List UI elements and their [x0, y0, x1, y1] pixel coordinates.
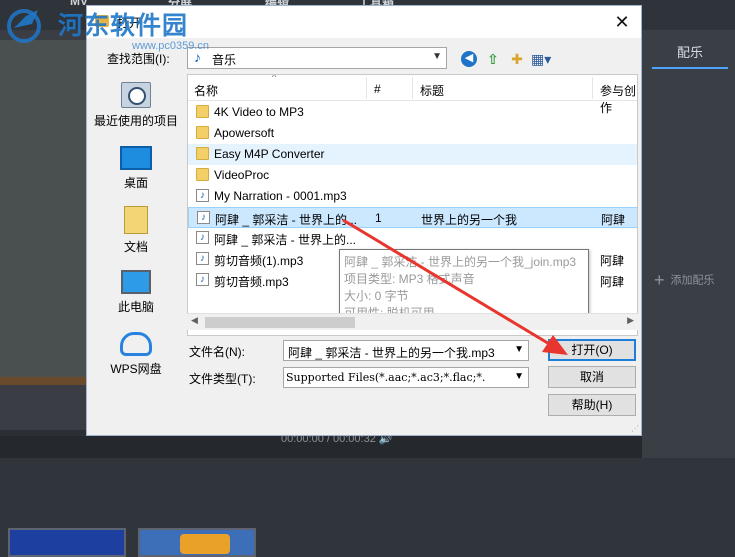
column-title[interactable]: 标题 [420, 82, 444, 99]
place-label: 桌面 [123, 176, 148, 190]
audio-file-icon: ♪ [196, 231, 209, 244]
tooltip-filename: 阿肆 _ 郭采洁 - 世界上的另一个我_join.mp3 [344, 255, 577, 269]
folder-icon [196, 105, 209, 118]
column-number[interactable]: # [374, 82, 381, 96]
folder-icon [196, 168, 209, 181]
watermark-url: www.pc0359.cn [132, 40, 210, 52]
file-artist: 阿肆 [600, 275, 625, 289]
place-desktop[interactable]: 桌面 [87, 146, 185, 191]
scroll-left-icon[interactable]: ◀ [191, 315, 198, 326]
recent-icon [121, 82, 151, 108]
tooltip-size: 大小: 0 字节 [344, 289, 409, 303]
look-in-value: 音乐 [212, 53, 237, 67]
audio-file-icon: ♪ [196, 273, 209, 286]
look-in-dropdown[interactable]: ♪ 音乐 ▼ [187, 47, 447, 69]
open-button[interactable]: 打开(O) [548, 339, 636, 361]
chevron-down-icon: ▼ [432, 51, 442, 62]
help-button[interactable]: 帮助(H) [548, 394, 636, 416]
filetype-value: Supported Files(*.aac;*.ac3;*.flac;*. [286, 371, 486, 384]
look-in-label: 查找范围(I): [107, 52, 170, 66]
chevron-down-icon[interactable]: ▼ [514, 344, 524, 355]
place-label: 最近使用的项目 [93, 114, 178, 128]
preview-image [0, 40, 86, 385]
new-folder-icon[interactable]: ✚ [507, 50, 527, 68]
tooltip-type: 项目类型: MP3 格式声音 [344, 272, 475, 286]
place-label: WPS网盘 [110, 362, 162, 376]
places-bar: 最近使用的项目 桌面 文档 此电脑 WPS网盘 [87, 74, 185, 434]
file-name: 阿肆 _ 郭采洁 - 世界上的... [215, 213, 358, 227]
file-list-header: ^ 名称 # 标题 参与创作 [188, 74, 637, 115]
file-row[interactable]: Apowersoft [188, 123, 637, 144]
wps-cloud-icon [120, 332, 152, 356]
chevron-down-icon: ▼ [514, 371, 524, 382]
clip-thumbnail[interactable] [8, 528, 126, 557]
resize-grip-icon[interactable]: ⋰ [631, 424, 639, 433]
file-row[interactable]: 4K Video to MP3 [188, 102, 637, 123]
desktop-icon [120, 146, 152, 170]
plus-icon: + [654, 270, 665, 290]
file-name: 4K Video to MP3 [214, 105, 304, 119]
sort-arrow-icon: ^ [272, 74, 277, 82]
file-row[interactable]: ♪ 阿肆 _ 郭采洁 - 世界上的... [188, 228, 637, 249]
open-file-dialog: 打开 ✕ 查找范围(I): ♪ 音乐 ▼ ◀ ⇧ ✚ ▦▾ 最近使用的项目 桌面… [86, 5, 642, 436]
place-recent[interactable]: 最近使用的项目 [87, 82, 185, 129]
up-folder-icon[interactable]: ⇧ [483, 50, 503, 68]
this-pc-icon [121, 270, 151, 294]
file-title: 世界上的另一个我 [421, 213, 518, 227]
clip-thumbnail[interactable] [138, 528, 256, 557]
scrollbar-thumb[interactable] [205, 317, 355, 328]
file-name: VideoProc [214, 168, 270, 182]
watermark-text: 河东软件园 [58, 12, 189, 40]
file-row[interactable]: ♪ My Narration - 0001.mp3 [188, 186, 637, 207]
close-button[interactable]: ✕ [607, 10, 637, 34]
folder-icon [196, 147, 209, 160]
audio-file-icon: ♪ [196, 252, 209, 265]
filetype-label: 文件类型(T): [189, 372, 256, 386]
cancel-button[interactable]: 取消 [548, 366, 636, 388]
file-artist: 阿肆 [601, 213, 626, 227]
file-artist: 阿肆 [600, 254, 625, 268]
file-name: Easy M4P Converter [214, 147, 325, 161]
filename-value: 阿肆 _ 郭采洁 - 世界上的另一个我.mp3 [288, 346, 495, 360]
add-music-button[interactable]: + 添加配乐 [654, 270, 715, 291]
audio-file-icon: ♪ [197, 211, 210, 224]
add-music-label: 添加配乐 [670, 274, 715, 287]
folder-icon [196, 126, 209, 139]
right-panel: 配乐 + 添加配乐 [642, 30, 735, 460]
view-menu-icon[interactable]: ▦▾ [531, 50, 551, 68]
filetype-select[interactable]: Supported Files(*.aac;*.ac3;*.flac;*. ▼ [283, 367, 529, 388]
back-icon[interactable]: ◀ [461, 51, 477, 67]
place-documents[interactable]: 文档 [87, 206, 185, 255]
place-label: 文档 [123, 240, 148, 254]
watermark-logo-icon [7, 9, 41, 43]
file-row[interactable]: VideoProc [188, 165, 637, 186]
filename-label: 文件名(N): [189, 345, 245, 359]
place-label: 此电脑 [117, 300, 154, 314]
place-this-pc[interactable]: 此电脑 [87, 270, 185, 315]
file-name: My Narration - 0001.mp3 [214, 189, 347, 203]
file-row[interactable]: Easy M4P Converter [188, 144, 637, 165]
file-number: 1 [375, 211, 382, 225]
place-wps-cloud[interactable]: WPS网盘 [87, 332, 185, 377]
file-row-selected[interactable]: ♪ 阿肆 _ 郭采洁 - 世界上的... 1 世界上的另一个我 阿肆 [188, 207, 637, 228]
filename-field[interactable]: 阿肆 _ 郭采洁 - 世界上的另一个我.mp3 ▼ [283, 340, 529, 361]
documents-icon [124, 206, 148, 234]
file-info-tooltip: 阿肆 _ 郭采洁 - 世界上的另一个我_join.mp3 项目类型: MP3 格… [339, 249, 589, 321]
file-name: 阿肆 _ 郭采洁 - 世界上的... [214, 233, 357, 247]
audio-file-icon: ♪ [196, 189, 209, 202]
scroll-right-icon[interactable]: ▶ [627, 315, 634, 326]
column-name[interactable]: 名称 [194, 82, 218, 99]
tab-music[interactable]: 配乐 [652, 42, 728, 69]
horizontal-scrollbar[interactable]: ◀ ▶ [187, 313, 638, 330]
file-name: Apowersoft [214, 126, 275, 140]
